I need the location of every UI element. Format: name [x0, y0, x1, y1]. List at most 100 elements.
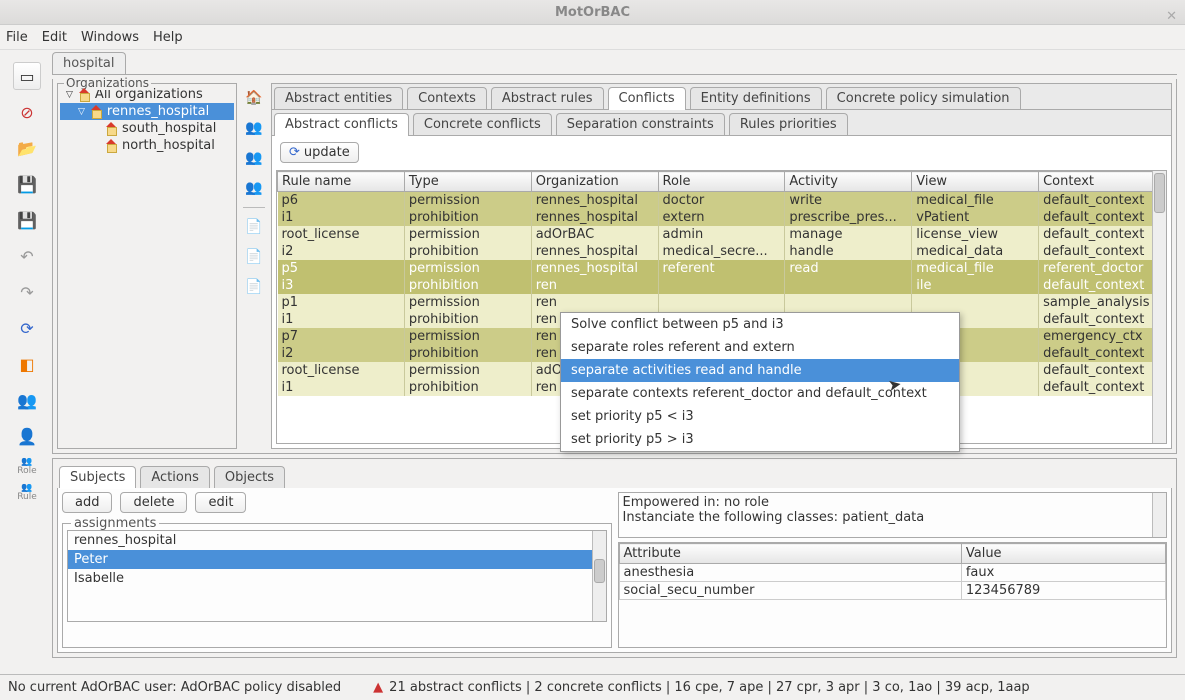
- top-tab[interactable]: Concrete policy simulation: [826, 87, 1021, 109]
- group2-icon[interactable]: 👥: [243, 147, 265, 169]
- new-icon[interactable]: ▭: [13, 62, 41, 90]
- role-icon[interactable]: 👥Role: [17, 458, 36, 476]
- home-mini-icon[interactable]: 🏠: [243, 87, 265, 109]
- tree-item-rennes[interactable]: ▽ rennes_hospital: [60, 103, 234, 120]
- delete-icon[interactable]: ⊘: [13, 98, 41, 126]
- lower-tab[interactable]: Objects: [214, 466, 285, 488]
- save-icon[interactable]: 💾: [13, 170, 41, 198]
- col-header[interactable]: Organization: [531, 172, 658, 192]
- lower-tabs: SubjectsActionsObjects: [57, 463, 1172, 488]
- table-row[interactable]: p1permissionrensample_analysis: [278, 294, 1166, 311]
- home-icon: [77, 88, 91, 102]
- top-tab[interactable]: Abstract rules: [491, 87, 604, 109]
- doc-add-icon[interactable]: 📄: [243, 216, 265, 238]
- lower-panel: SubjectsActionsObjects add delete edit a…: [52, 458, 1177, 658]
- col-header[interactable]: Activity: [785, 172, 912, 192]
- table-row[interactable]: p6permissionrennes_hospitaldoctorwriteme…: [278, 192, 1166, 210]
- table-row[interactable]: i2prohibitionrennes_hospitalmedical_secr…: [278, 243, 1166, 260]
- col-header[interactable]: Rule name: [278, 172, 405, 192]
- top-tab[interactable]: Conflicts: [608, 87, 686, 109]
- saveas-icon[interactable]: 💾: [13, 206, 41, 234]
- close-icon[interactable]: ✕: [1166, 4, 1177, 29]
- col-header[interactable]: View: [912, 172, 1039, 192]
- brand-icon[interactable]: ◧: [13, 350, 41, 378]
- status-right: 21 abstract conflicts | 2 concrete confl…: [389, 680, 1030, 695]
- open-icon[interactable]: 📂: [13, 134, 41, 162]
- menu-windows[interactable]: Windows: [81, 30, 139, 45]
- col-value[interactable]: Value: [961, 544, 1165, 564]
- sub-tab[interactable]: Separation constraints: [556, 113, 725, 135]
- sub-tabs: Abstract conflictsConcrete conflictsSepa…: [272, 110, 1171, 136]
- col-header[interactable]: Role: [658, 172, 785, 192]
- doc-del-icon[interactable]: 📄: [243, 276, 265, 298]
- lower-tab[interactable]: Actions: [140, 466, 210, 488]
- context-menu-item[interactable]: separate roles referent and extern: [561, 336, 959, 359]
- table-row[interactable]: i3prohibitionreniledefault_context: [278, 277, 1166, 294]
- update-button[interactable]: ⟳ update: [280, 142, 359, 163]
- attribute-table[interactable]: Attribute Value anesthesiafauxsocial_sec…: [618, 542, 1168, 648]
- home-icon: [89, 105, 103, 119]
- doc-edit-icon[interactable]: 📄: [243, 246, 265, 268]
- organizations-tree: Organizations ▽ All organizations ▽ renn…: [57, 83, 237, 449]
- top-tab[interactable]: Contexts: [407, 87, 487, 109]
- top-tab[interactable]: Entity definitions: [690, 87, 822, 109]
- group3-icon[interactable]: 👥: [243, 177, 265, 199]
- vertical-scrollbar[interactable]: [592, 531, 606, 621]
- col-header[interactable]: Context: [1039, 172, 1166, 192]
- policy-tabs: hospital: [52, 52, 1177, 75]
- lower-tab[interactable]: Subjects: [59, 466, 136, 488]
- context-menu-item[interactable]: Solve conflict between p5 and i3: [561, 313, 959, 336]
- menu-file[interactable]: File: [6, 30, 28, 45]
- info-line: Instanciate the following classes: patie…: [623, 510, 1163, 525]
- rule-icon[interactable]: 👥Rule: [17, 484, 37, 502]
- table-row[interactable]: anesthesiafaux: [619, 564, 1166, 582]
- delete-button[interactable]: delete: [120, 492, 187, 513]
- list-item[interactable]: Peter: [68, 550, 606, 569]
- vertical-scrollbar[interactable]: [1152, 493, 1166, 537]
- refresh-icon[interactable]: ⟳: [13, 314, 41, 342]
- status-left: No current AdOrBAC user: AdOrBAC policy …: [8, 680, 341, 695]
- table-row[interactable]: i1prohibitionrennes_hospitalexternprescr…: [278, 209, 1166, 226]
- users-icon[interactable]: 👥: [13, 386, 41, 414]
- window-title: MotOrBAC: [555, 5, 630, 20]
- assignments-box: assignments rennes_hospitalPeterIsabelle: [62, 523, 612, 648]
- add-button[interactable]: add: [62, 492, 112, 513]
- group1-icon[interactable]: 👥: [243, 117, 265, 139]
- table-row[interactable]: p5permissionrennes_hospitalreferentreadm…: [278, 260, 1166, 277]
- undo-icon[interactable]: ↶: [13, 242, 41, 270]
- sub-tab[interactable]: Abstract conflicts: [274, 113, 409, 135]
- policy-tab-hospital[interactable]: hospital: [52, 52, 126, 74]
- assignments-list[interactable]: rennes_hospitalPeterIsabelle: [67, 530, 607, 622]
- redo-icon[interactable]: ↷: [13, 278, 41, 306]
- col-header[interactable]: Type: [404, 172, 531, 192]
- user-icon[interactable]: 👤: [13, 422, 41, 450]
- left-toolbar: ▭ ⊘ 📂 💾 💾 ↶ ↷ ⟳ ◧ 👥 👤 👥Role 👥Rule: [2, 52, 52, 658]
- context-menu-item[interactable]: set priority p5 > i3: [561, 428, 959, 451]
- edit-button[interactable]: edit: [195, 492, 246, 513]
- menu-edit[interactable]: Edit: [42, 30, 67, 45]
- warning-icon: ▲: [373, 680, 383, 695]
- info-line: Empowered in: no role: [623, 495, 1163, 510]
- sub-tab[interactable]: Rules priorities: [729, 113, 848, 135]
- tree-item-north[interactable]: north_hospital: [60, 137, 234, 154]
- col-attribute[interactable]: Attribute: [619, 544, 961, 564]
- mini-toolbar: 🏠 👥 👥 👥 📄 📄 📄: [241, 83, 267, 449]
- menu-help[interactable]: Help: [153, 30, 183, 45]
- refresh-small-icon: ⟳: [289, 145, 300, 160]
- top-tabs: Abstract entitiesContextsAbstract rulesC…: [272, 84, 1171, 110]
- statusbar: No current AdOrBAC user: AdOrBAC policy …: [0, 674, 1185, 700]
- expand-icon[interactable]: ▽: [66, 90, 73, 100]
- window-titlebar: MotOrBAC ✕: [0, 0, 1185, 25]
- list-item[interactable]: rennes_hospital: [68, 531, 606, 550]
- list-item[interactable]: Isabelle: [68, 569, 606, 588]
- menubar: File Edit Windows Help: [0, 25, 1185, 50]
- tree-item-south[interactable]: south_hospital: [60, 120, 234, 137]
- top-tab[interactable]: Abstract entities: [274, 87, 403, 109]
- table-row[interactable]: root_licensepermissionadOrBACadminmanage…: [278, 226, 1166, 243]
- table-row[interactable]: social_secu_number123456789: [619, 582, 1166, 600]
- sub-tab[interactable]: Concrete conflicts: [413, 113, 552, 135]
- vertical-scrollbar[interactable]: [1152, 171, 1166, 443]
- expand-icon[interactable]: ▽: [78, 107, 85, 117]
- context-menu-item[interactable]: set priority p5 < i3: [561, 405, 959, 428]
- home-icon: [104, 139, 118, 153]
